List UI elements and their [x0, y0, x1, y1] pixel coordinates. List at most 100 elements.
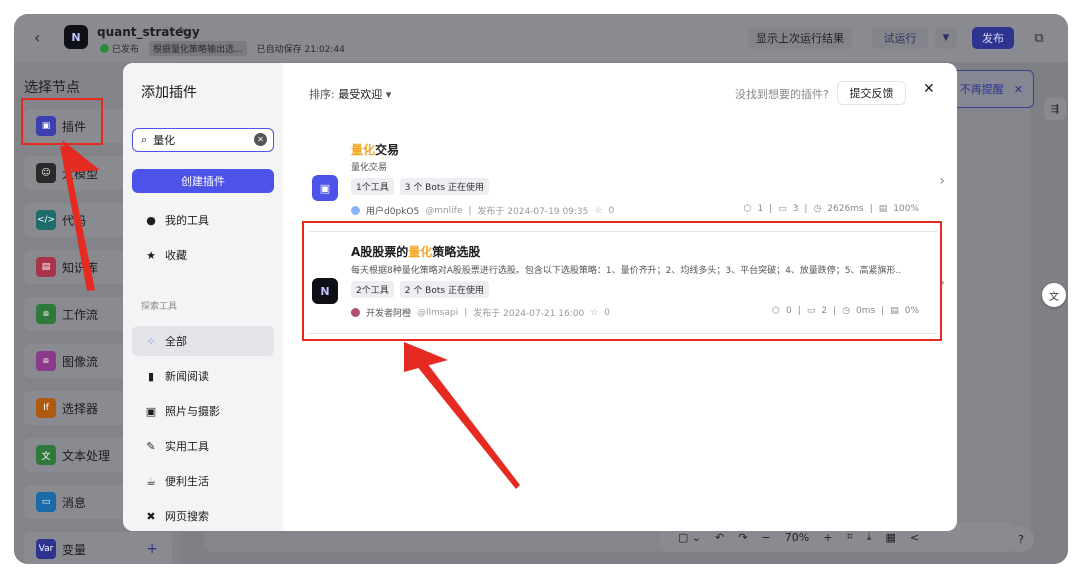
photo-icon: ▣	[145, 404, 157, 418]
description-tag: 根据量化策略输出选...	[149, 41, 247, 56]
category-label: 网页搜索	[165, 510, 209, 523]
category-photo[interactable]: ▣ 照片与摄影	[132, 396, 274, 426]
edit-icon[interactable]: ✎	[178, 26, 186, 37]
node-item-label: 消息	[62, 495, 87, 510]
layout-icon[interactable]: ▦	[886, 531, 896, 544]
chevron-right-icon[interactable]: ›	[939, 173, 945, 189]
panel-toggle-icon[interactable]: ⇶	[1044, 98, 1066, 120]
plugin-search-input[interactable]: ⌕ 量化 ✕	[132, 128, 274, 152]
plugin-meta: 用户d0pkO5 @mnlife | 发布于 2024-07-19 09:35 …	[351, 204, 614, 217]
collapse-icon[interactable]: ⤓	[867, 530, 872, 544]
plugin-card-quant-trading[interactable]: 量化交易 量化交易 ▣ 1个工具 3 个 Bots 正在使用 用户d0pkO5 @…	[308, 133, 945, 223]
code-icon: </>	[36, 210, 56, 230]
back-icon[interactable]: ‹	[34, 28, 40, 47]
zoom-in-icon[interactable]: +	[823, 531, 832, 544]
node-item-label: 知识库	[62, 260, 99, 275]
submit-feedback-button[interactable]: 提交反馈	[837, 81, 906, 105]
node-item-label: 变量	[62, 542, 87, 557]
plugin-title-rest: 交易	[375, 143, 400, 157]
add-icon[interactable]: +	[146, 541, 158, 557]
fit-view-icon[interactable]: ⌗	[846, 530, 852, 544]
knowledge-icon: ▤	[36, 257, 56, 277]
selector-icon: If	[36, 398, 56, 418]
translate-icon[interactable]: 文	[1042, 283, 1066, 307]
show-last-result-button[interactable]: 显示上次运行结果	[748, 27, 852, 49]
sort-label: 排序:	[309, 88, 335, 101]
category-utility[interactable]: ✎ 实用工具	[132, 431, 274, 461]
node-item-label: 工作流	[62, 307, 99, 322]
not-found-text: 没找到想要的插件?	[735, 88, 829, 101]
category-web-search[interactable]: ✖ 网页搜索	[132, 501, 274, 531]
trial-run-button[interactable]: 试运行	[872, 27, 928, 49]
help-icon[interactable]: ?	[1008, 526, 1034, 552]
plugin-cube-icon: ▣	[312, 175, 338, 201]
trial-run-dropdown-icon[interactable]: ▼	[935, 27, 957, 49]
plugin-tags: 1个工具 3 个 Bots 正在使用	[351, 178, 489, 195]
search-icon: ⌕	[141, 133, 148, 146]
back-arrow-icon[interactable]: <	[910, 531, 919, 544]
zoom-level: 70%	[784, 530, 810, 544]
app-logo: N	[64, 25, 88, 49]
success-icon: ▤	[878, 204, 888, 214]
pointer-icon[interactable]: ▢ ⌄	[678, 531, 701, 544]
copy-icon[interactable]: ⧉	[1030, 27, 1048, 49]
clock-icon: ◷	[813, 204, 822, 214]
publish-status-label: 已发布	[112, 45, 140, 55]
dont-remind-button[interactable]: 不再提醒	[960, 81, 1004, 97]
sort-control[interactable]: 排序: 最受欢迎 ▾	[309, 86, 391, 102]
plugin-title-highlight: 量化	[351, 143, 376, 157]
stat-calls: 3	[792, 204, 799, 214]
grid-icon: ⁘	[146, 334, 156, 348]
node-item-label: 大模型	[62, 166, 99, 181]
category-label: 便利生活	[165, 475, 209, 488]
category-news[interactable]: ▮ 新闻阅读	[132, 361, 274, 391]
top-bar: ‹ N quant_strategy ✎ 已发布 根据量化策略输出选... 已自…	[14, 14, 1068, 62]
category-life[interactable]: ☕ 便利生活	[132, 466, 274, 496]
plugin-author: 用户d0pkO5	[366, 207, 420, 217]
llm-icon: ☺	[36, 163, 56, 183]
star-icon: ★	[146, 248, 156, 262]
zoom-out-icon[interactable]: −	[762, 531, 771, 544]
node-item-label: 选择器	[62, 401, 99, 416]
redo-icon[interactable]: ↷	[738, 531, 747, 544]
publish-status: 已发布	[100, 42, 139, 55]
close-modal-icon[interactable]: ✕	[923, 81, 935, 97]
sort-value: 最受欢迎	[338, 88, 383, 101]
category-label: 新闻阅读	[165, 370, 209, 383]
modal-title: 添加插件	[141, 85, 197, 101]
check-icon	[100, 44, 109, 53]
workflow-icon: ⧈	[36, 304, 56, 324]
node-item-label: 图像流	[62, 354, 99, 369]
stat-latency: 2626ms	[827, 204, 864, 214]
autosave-text: 已自动保存 21:02:44	[256, 45, 345, 55]
stat-tools: 1	[757, 204, 764, 214]
search-value: 量化	[153, 134, 176, 147]
close-icon[interactable]: ✕	[1014, 83, 1023, 96]
chevron-down-icon: ▾	[385, 88, 392, 101]
nav-label: 我的工具	[165, 214, 209, 227]
node-item-variable[interactable]: Var 变量 +	[24, 532, 172, 564]
clear-search-icon[interactable]: ✕	[254, 133, 267, 146]
tool-count-tag: 1个工具	[351, 178, 394, 195]
stat-success: 100%	[893, 204, 919, 214]
undo-icon[interactable]: ↶	[715, 531, 724, 544]
text-icon: 文	[36, 445, 56, 465]
plugin-title: 量化交易	[351, 141, 399, 158]
node-panel-title: 选择节点	[24, 80, 80, 96]
node-item-label: 文本处理	[62, 448, 111, 463]
avatar	[351, 206, 360, 215]
app-meta: 已发布 根据量化策略输出选... 已自动保存 21:02:44	[100, 41, 345, 56]
star-outline-icon[interactable]: ☆	[594, 206, 602, 216]
message-icon: ▭	[36, 492, 56, 512]
nav-my-tools[interactable]: ● 我的工具	[132, 205, 274, 235]
web-search-icon: ✖	[146, 509, 156, 523]
nav-favorites[interactable]: ★ 收藏	[132, 240, 274, 270]
plugin-handle: @mnlife	[425, 205, 463, 216]
annotation-box-plugin-node	[21, 98, 103, 145]
cube-icon: ⬡	[743, 204, 752, 214]
cup-icon: ☕	[146, 474, 156, 488]
category-all[interactable]: ⁘ 全部	[132, 326, 274, 356]
book-icon: ▮	[147, 369, 155, 383]
create-plugin-button[interactable]: 创建插件	[132, 169, 274, 193]
publish-button[interactable]: 发布	[972, 27, 1014, 49]
